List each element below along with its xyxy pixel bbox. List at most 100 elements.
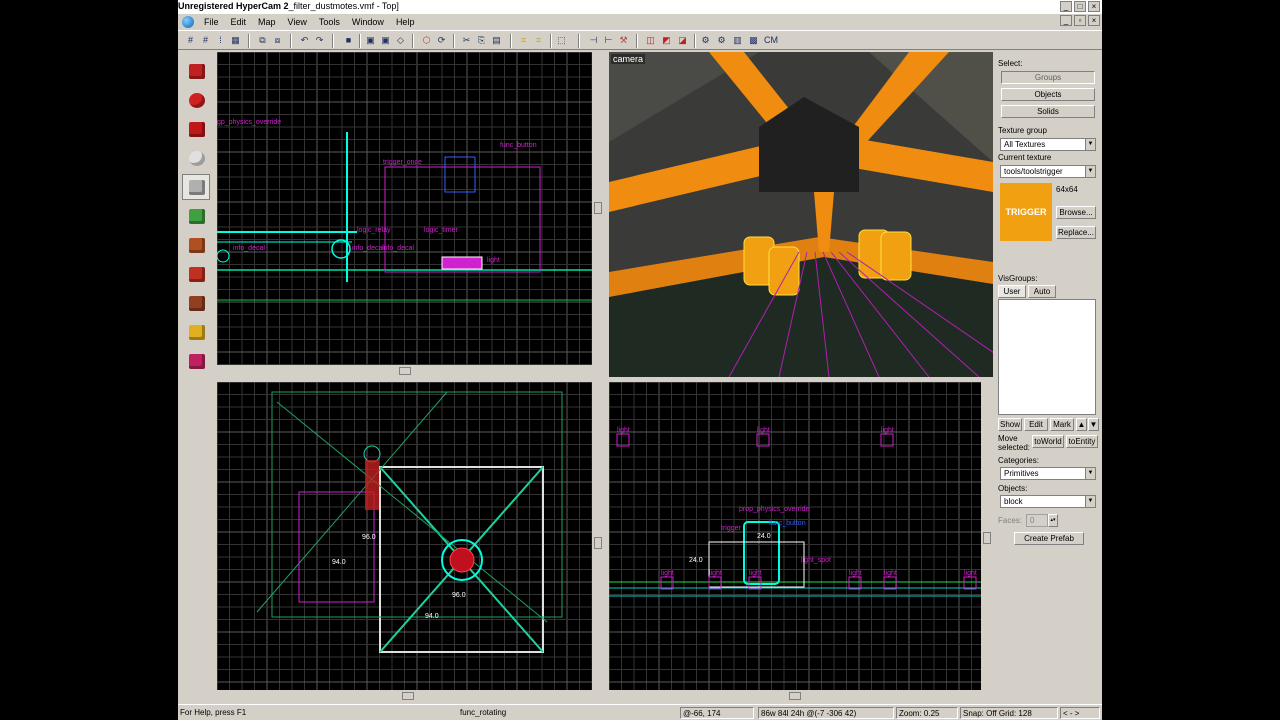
vscroll-thumb[interactable] (594, 202, 602, 214)
faces-input[interactable]: 0 (1026, 514, 1048, 527)
mdi-close-button[interactable]: × (1088, 15, 1100, 26)
grid-toggle-icon[interactable]: # (184, 34, 197, 47)
texture-tool[interactable] (182, 203, 210, 229)
menu-view[interactable]: View (282, 17, 313, 27)
texture-browser-icon[interactable]: ⌗ (517, 34, 530, 47)
grid-3d-icon[interactable]: # (199, 34, 212, 47)
paste-special-icon[interactable]: ⬡ (420, 34, 433, 47)
chevron-down-icon: ▼ (1085, 166, 1095, 177)
texture-lock-icon[interactable]: ▣ (364, 34, 377, 47)
viewport-bottom-left-vscroll[interactable] (593, 382, 603, 690)
visgroup-down-icon[interactable]: ▼ (1088, 418, 1099, 431)
menu-tools[interactable]: Tools (313, 17, 346, 27)
to-entity-button[interactable]: toEntity (1066, 435, 1098, 448)
viewport-bottom-left-hscroll[interactable] (217, 691, 592, 701)
decal-tool[interactable] (182, 261, 210, 287)
visgroup-edit-button[interactable]: Edit (1024, 418, 1048, 431)
vscroll-thumb[interactable] (983, 532, 991, 544)
menu-file[interactable]: File (198, 17, 225, 27)
split-icon[interactable]: ⊣ (587, 34, 600, 47)
selection-mode-icon[interactable]: ■ (342, 34, 355, 47)
categories-select[interactable]: Primitives ▼ (1000, 467, 1096, 480)
texture-scale-lock-icon[interactable]: ▣ (379, 34, 392, 47)
run-map-icon[interactable]: ⚙ (699, 34, 712, 47)
copy-icon[interactable]: ⎘ (475, 34, 488, 47)
undo-icon[interactable]: ↶ (298, 34, 311, 47)
viewport-bottom-left-2d[interactable]: 96.0 94.0 96.0 94.0 (217, 382, 592, 690)
camera-button[interactable]: CM (763, 34, 779, 47)
menu-edit[interactable]: Edit (225, 17, 253, 27)
maximize-button[interactable]: □ (1074, 1, 1086, 12)
current-texture-select[interactable]: tools/toolstrigger ▼ (1000, 165, 1096, 178)
visgroup-show-button[interactable]: Show (998, 418, 1022, 431)
clip-tool[interactable] (182, 319, 210, 345)
tab-visgroups-auto[interactable]: Auto (1028, 285, 1056, 298)
menu-help[interactable]: Help (390, 17, 421, 27)
entity-report-icon[interactable]: ▥ (731, 34, 744, 47)
bounding-box-icon[interactable]: ⬚ (555, 34, 568, 47)
select-solids-button[interactable]: Solids (1001, 105, 1095, 118)
browse-button[interactable]: Browse... (1056, 206, 1096, 219)
status-nav: < - > (1060, 707, 1100, 719)
mdi-restore-button[interactable]: ▫ (1074, 15, 1086, 26)
hscroll-thumb[interactable] (402, 692, 414, 700)
rotate-icon[interactable]: ⟳ (435, 34, 448, 47)
flip-3d-icon[interactable]: ◪ (676, 34, 689, 47)
vertex-tool[interactable] (182, 348, 210, 374)
compile-icon[interactable]: ⚙ (715, 34, 728, 47)
select-objects-button[interactable]: Objects (1001, 88, 1095, 101)
hammer-app-icon[interactable] (182, 15, 194, 28)
viewport-camera-3d[interactable]: camera (609, 52, 993, 377)
viewport-top-left-2d[interactable]: gp_physics_override func_button trigger_on… (217, 52, 592, 365)
viewport-top-left-hscroll[interactable] (217, 366, 592, 376)
select-groups-button[interactable]: Groups (1001, 71, 1095, 84)
texture-size: 64x64 (1056, 185, 1078, 194)
viewport-bottom-right-vscroll[interactable] (982, 382, 992, 690)
grid-smaller-icon[interactable]: ▦ (229, 34, 242, 47)
paste-icon[interactable]: ▤ (490, 34, 503, 47)
redo-icon[interactable]: ↷ (313, 34, 326, 47)
texture-group-select[interactable]: All Textures ▼ (1000, 138, 1096, 151)
hscroll-thumb[interactable] (399, 367, 411, 375)
replace-button[interactable]: Replace... (1056, 226, 1096, 239)
flip-vertical-icon[interactable]: ◩ (660, 34, 673, 47)
menu-map[interactable]: Map (252, 17, 282, 27)
hide-items-icon[interactable]: ◇ (394, 34, 407, 47)
close-button[interactable]: × (1088, 1, 1100, 12)
group-icon[interactable]: ⧈ (271, 34, 284, 47)
magnify-tool[interactable] (182, 87, 210, 113)
visgroups-list[interactable] (998, 299, 1096, 415)
viewport-bottom-right-2d[interactable]: light light light light light light light light… (609, 382, 981, 690)
viewport-top-left-vscroll[interactable] (593, 52, 603, 365)
visgroup-mark-button[interactable]: Mark (1050, 418, 1074, 431)
visgroup-up-icon[interactable]: ▲ (1076, 418, 1087, 431)
create-prefab-button[interactable]: Create Prefab (1014, 532, 1084, 545)
camera-tool[interactable] (182, 116, 210, 142)
face-edit-icon[interactable]: ⌗ (532, 34, 545, 47)
carve-icon[interactable]: ⧉ (256, 34, 269, 47)
dotted-grid-icon[interactable]: ⁞ (214, 34, 227, 47)
tools-icon[interactable]: ⚒ (617, 34, 630, 47)
vscroll-thumb[interactable] (594, 537, 602, 549)
to-world-button[interactable]: toWorld (1032, 435, 1064, 448)
menu-window[interactable]: Window (346, 17, 390, 27)
check-map-icon[interactable]: ▩ (747, 34, 760, 47)
tab-visgroups-user[interactable]: User (998, 285, 1026, 298)
block-tool[interactable] (182, 174, 210, 200)
apply-texture-tool[interactable] (182, 232, 210, 258)
cut-icon[interactable]: ✂ (460, 34, 473, 47)
faces-stepper[interactable]: ▴▾ (1048, 514, 1058, 527)
flip-horizontal-icon[interactable]: ◫ (644, 34, 657, 47)
mdi-minimize-button[interactable]: _ (1060, 15, 1072, 26)
dimension-label: 24.0 (689, 557, 703, 564)
objects-select[interactable]: block ▼ (1000, 495, 1096, 508)
overlay-tool[interactable] (182, 290, 210, 316)
status-size: 86w 84l 24h @(-7 -306 42) (758, 707, 894, 719)
camera-icon (189, 122, 205, 137)
viewport-bottom-right-hscroll[interactable] (609, 691, 981, 701)
hscroll-thumb[interactable] (789, 692, 801, 700)
entity-tool[interactable] (182, 145, 210, 171)
minimize-button[interactable]: _ (1060, 1, 1072, 12)
selection-tool[interactable] (182, 58, 210, 84)
align-icon[interactable]: ⊢ (602, 34, 615, 47)
